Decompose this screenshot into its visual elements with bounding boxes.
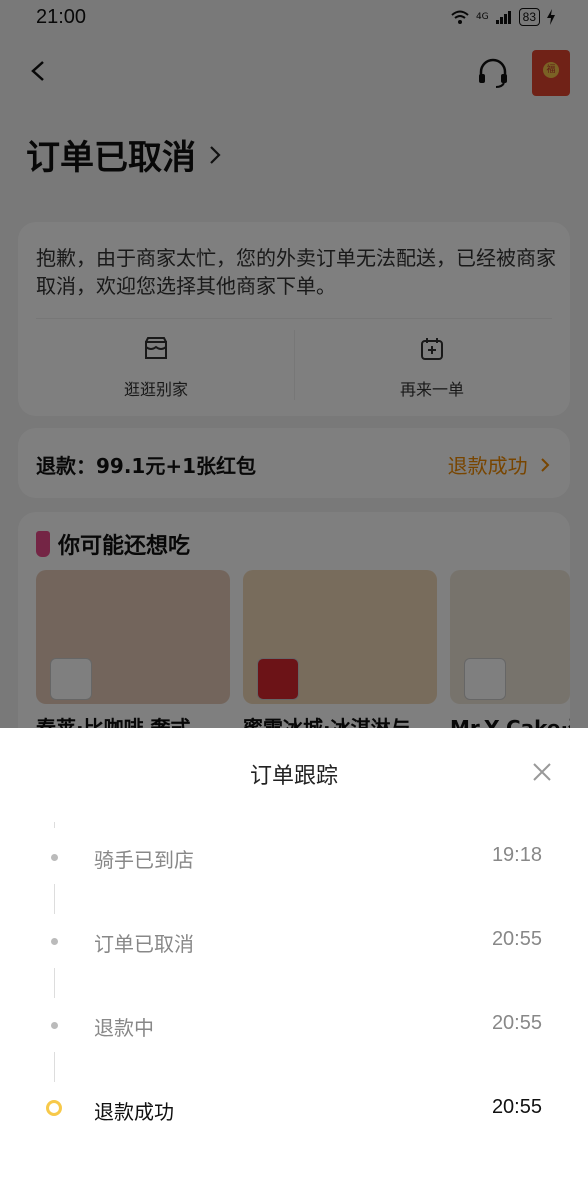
order-tracking-sheet: 订单跟踪 骑手已到店 19:18 订单已取消 20:55 退款中 20:55 退…	[0, 728, 588, 1200]
timeline-dot	[51, 1022, 58, 1029]
timeline-dot-active	[46, 1100, 62, 1116]
timeline-step-current: 退款成功 20:55	[0, 1090, 588, 1130]
timeline-connector	[54, 884, 55, 914]
step-time: 20:55	[491, 1012, 542, 1034]
close-icon[interactable]	[530, 760, 554, 784]
timeline-connector	[54, 968, 55, 998]
timeline-connector	[54, 1052, 55, 1082]
step-time: 19:18	[491, 844, 542, 866]
step-time: 20:55	[491, 1096, 542, 1118]
timeline-dot	[51, 938, 58, 945]
timeline-step: 骑手已到店 19:18	[0, 838, 588, 878]
step-label: 退款成功	[94, 1100, 174, 1124]
sheet-title: 订单跟踪	[249, 764, 338, 789]
step-time: 20:55	[491, 928, 542, 950]
timeline-step: 退款中 20:55	[0, 1006, 588, 1046]
step-label: 退款中	[94, 1016, 154, 1040]
timeline-dot	[51, 854, 58, 861]
timeline-step: 订单已取消 20:55	[0, 922, 588, 962]
step-label: 订单已取消	[94, 932, 194, 956]
step-label: 骑手已到店	[94, 848, 194, 872]
timeline-connector	[54, 822, 55, 828]
